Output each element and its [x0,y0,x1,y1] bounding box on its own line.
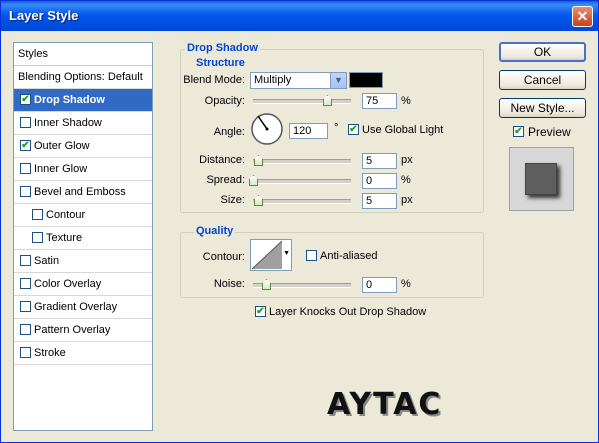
size-label: Size: [220,194,245,206]
opacity-label: Opacity: [204,95,245,107]
spread-input[interactable]: 0 [362,173,397,189]
preview-label: Preview [528,125,571,139]
style-item-label: Drop Shadow [34,94,105,106]
new-style-button[interactable]: New Style... [499,98,586,118]
anti-aliased-label: Anti-aliased [320,250,378,262]
drop-shadow-title: Drop Shadow [185,42,260,54]
spread-unit: % [401,174,411,186]
style-item-checkbox[interactable] [32,232,43,243]
noise-label: Noise: [213,278,245,290]
style-item-pattern-overlay[interactable]: Pattern Overlay [14,319,152,342]
size-input[interactable]: 5 [362,193,397,209]
layer-knocks-out-checkbox[interactable]: ✔ [255,306,266,317]
style-item-checkbox[interactable]: ✔ [20,140,31,151]
anti-aliased-checkbox[interactable] [306,250,317,261]
style-item-checkbox[interactable] [20,324,31,335]
layer-knocks-out-label: Layer Knocks Out Drop Shadow [269,306,427,318]
style-item-label: Stroke [34,347,66,359]
angle-input[interactable]: 120 [289,123,328,139]
style-item-label: Outer Glow [34,140,90,152]
style-item-outer-glow[interactable]: ✔ Outer Glow [14,135,152,158]
chevron-down-icon[interactable]: ▼ [283,250,290,257]
noise-unit: % [401,278,411,290]
preview-swatch [525,163,557,195]
style-item-gradient-overlay[interactable]: Gradient Overlay [14,296,152,319]
preview-thumbnail [509,147,574,211]
contour-curve-icon [252,241,282,269]
style-item-label: Inner Shadow [34,117,102,129]
structure-title: Structure [194,57,247,69]
opacity-slider-track[interactable] [253,99,351,104]
angle-unit: ° [334,122,339,134]
layer-style-dialog: Layer Style ✕ Styles Blending Options: D… [0,0,599,443]
style-item-checkbox[interactable] [20,255,31,266]
quality-title: Quality [194,225,236,237]
style-item-label: Bevel and Emboss [34,186,126,198]
style-item-bevel-and-emboss[interactable]: Bevel and Emboss [14,181,152,204]
style-item-satin[interactable]: Satin [14,250,152,273]
style-item-contour[interactable]: Contour [14,204,152,227]
window-title: Layer Style [9,8,79,23]
contour-label: Contour: [202,251,245,263]
distance-unit: px [401,154,413,166]
style-item-inner-glow[interactable]: Inner Glow [14,158,152,181]
close-button[interactable]: ✕ [572,6,593,27]
spread-slider-track[interactable] [253,179,351,184]
style-item-checkbox[interactable] [20,117,31,128]
size-unit: px [401,194,413,206]
style-item-checkbox[interactable]: ✔ [20,94,31,105]
style-item-checkbox[interactable] [20,163,31,174]
style-item-label: Contour [46,209,86,221]
distance-slider-track[interactable] [253,159,351,164]
use-global-light-label: Use Global Light [362,124,444,136]
size-slider-track[interactable] [253,199,351,204]
blending-options-item[interactable]: Blending Options: Default [14,66,152,89]
ok-button[interactable]: OK [499,42,586,62]
preview-checkbox[interactable]: ✔ [513,126,524,137]
styles-header[interactable]: Styles [14,43,152,66]
style-item-checkbox[interactable] [32,209,43,220]
style-item-stroke[interactable]: Stroke [14,342,152,365]
contour-picker[interactable]: ▼ [250,239,292,271]
shadow-color-swatch[interactable] [349,72,383,88]
blend-mode-label: Blend Mode: [183,74,245,86]
distance-input[interactable]: 5 [362,153,397,169]
styles-list: Styles Blending Options: Default ✔ Drop S… [13,42,153,431]
blend-mode-value: Multiply [254,74,292,86]
style-item-drop-shadow[interactable]: ✔ Drop Shadow [14,89,152,112]
spread-label: Spread: [206,174,245,186]
use-global-light-checkbox[interactable]: ✔ [348,124,359,135]
style-item-checkbox[interactable] [20,278,31,289]
angle-label: Angle: [213,126,245,138]
opacity-unit: % [401,95,411,107]
style-item-inner-shadow[interactable]: Inner Shadow [14,112,152,135]
style-item-checkbox[interactable] [20,186,31,197]
style-item-texture[interactable]: Texture [14,227,152,250]
blend-mode-select[interactable]: Multiply ▼ [250,72,347,89]
style-item-label: Pattern Overlay [34,324,111,336]
noise-input[interactable]: 0 [362,277,397,293]
style-item-label: Color Overlay [34,278,102,290]
cancel-button[interactable]: Cancel [499,70,586,90]
style-item-checkbox[interactable] [20,301,31,312]
distance-label: Distance: [199,154,245,166]
chevron-down-icon[interactable]: ▼ [330,73,346,88]
style-item-label: Satin [34,255,60,267]
style-item-color-overlay[interactable]: Color Overlay [14,273,152,296]
style-item-label: Gradient Overlay [34,301,118,313]
title-bar[interactable]: Layer Style ✕ [1,1,598,31]
style-item-label: Texture [46,232,83,244]
style-item-checkbox[interactable] [20,347,31,358]
blending-options-label: Blending Options: Default [18,71,143,83]
style-item-label: Inner Glow [34,163,88,175]
aytac-watermark: AYTAC [327,387,443,422]
angle-dial[interactable] [250,112,284,146]
opacity-input[interactable]: 75 [362,93,397,109]
